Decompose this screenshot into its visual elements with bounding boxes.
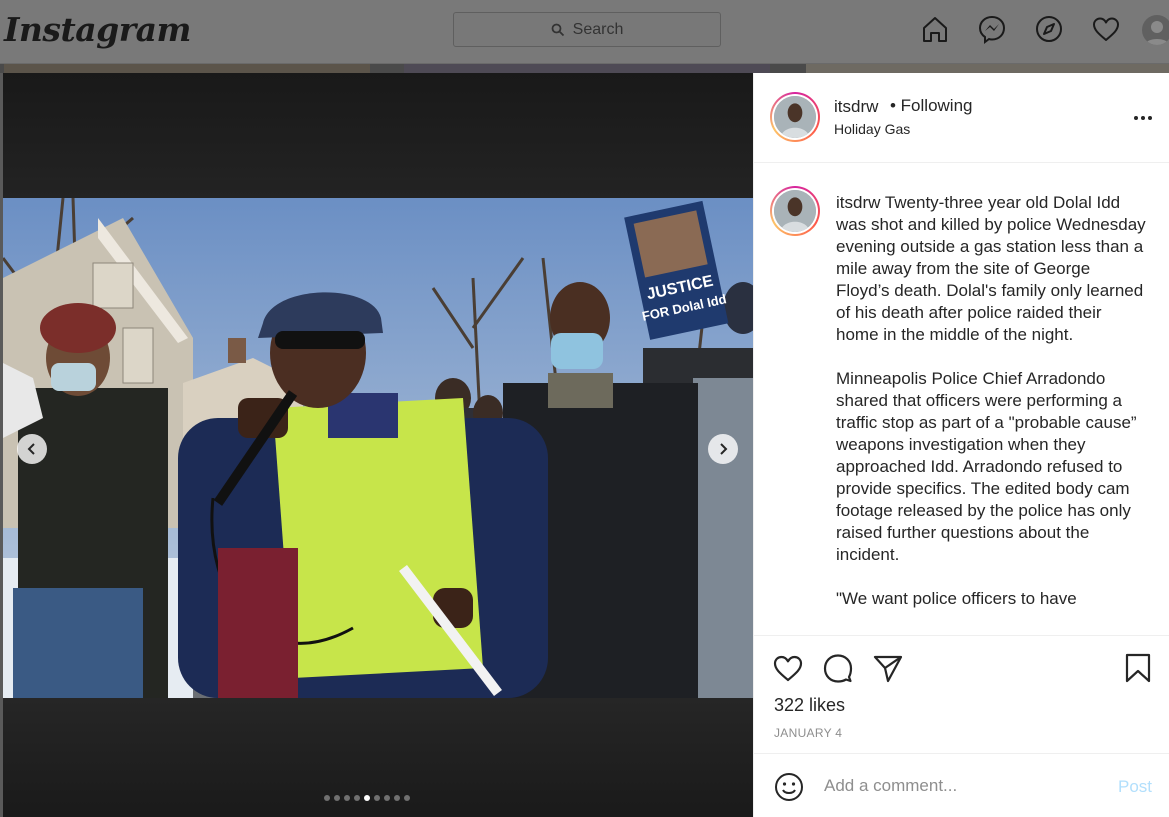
carousel-next-button[interactable] [708,434,738,464]
caption-author-avatar[interactable] [770,186,820,236]
instagram-logo[interactable]: Instagram [4,10,191,49]
caption-username[interactable]: itsdrw [836,193,880,212]
share-icon[interactable] [872,652,904,684]
background-grid-strip [0,64,1169,73]
post-caption: itsdrw Twenty-three year old Dolal Idd w… [836,192,1146,632]
post-photo[interactable]: JUSTICE FOR Dolal Idd [3,198,753,698]
post-date[interactable]: JANUARY 4 [774,726,842,740]
top-navbar: Instagram Search [0,0,1169,64]
carousel-dot [404,795,410,801]
carousel-prev-button[interactable] [17,434,47,464]
chevron-right-icon [720,443,728,455]
comment-icon[interactable] [822,652,854,684]
post-actions: 322 likes JANUARY 4 Post [754,636,1169,816]
author-avatar[interactable] [770,92,820,142]
post-comment-button[interactable]: Post [1118,777,1152,797]
explore-icon[interactable] [1034,14,1064,44]
carousel-dot [394,795,400,801]
post-header: itsdrw • Following Holiday Gas [754,73,1169,163]
bookmark-icon[interactable] [1122,652,1154,684]
carousel-dot [364,795,370,801]
carousel-dot [344,795,350,801]
chevron-left-icon [27,443,35,455]
search-input[interactable]: Search [453,12,721,47]
caption-paragraph-1: Twenty-three year old Dolal Idd was shot… [836,193,1146,344]
emoji-icon[interactable] [774,772,804,802]
messenger-icon[interactable] [977,14,1007,44]
following-button[interactable]: • Following [890,96,973,116]
likes-count[interactable]: 322 likes [774,695,845,716]
more-options-icon[interactable] [1131,106,1155,130]
carousel-indicator [324,795,410,801]
carousel-dot [334,795,340,801]
heart-icon[interactable] [1091,14,1121,44]
media-background-top [3,73,753,198]
caption-scroll-area[interactable]: itsdrw Twenty-three year old Dolal Idd w… [754,164,1169,636]
post-location[interactable]: Holiday Gas [834,121,910,137]
post-media: JUSTICE FOR Dolal Idd [3,73,753,817]
caption-paragraph-2: Minneapolis Police Chief Arradondo share… [836,369,1137,564]
comment-form: Post [754,753,1169,816]
search-placeholder: Search [572,20,624,38]
home-icon[interactable] [920,14,950,44]
carousel-dot [384,795,390,801]
carousel-dot [374,795,380,801]
carousel-dot [354,795,360,801]
search-icon [551,23,564,36]
like-icon[interactable] [772,652,804,684]
profile-avatar[interactable] [1142,15,1169,45]
caption-paragraph-3: "We want police officers to have [836,589,1077,608]
author-username[interactable]: itsdrw [834,97,878,117]
post-modal: JUSTICE FOR Dolal Idd itsdrw • Following… [3,73,1169,817]
post-sidebar: itsdrw • Following Holiday Gas itsdrw Tw… [753,73,1169,817]
carousel-dot [324,795,330,801]
comment-input[interactable] [824,776,1104,796]
